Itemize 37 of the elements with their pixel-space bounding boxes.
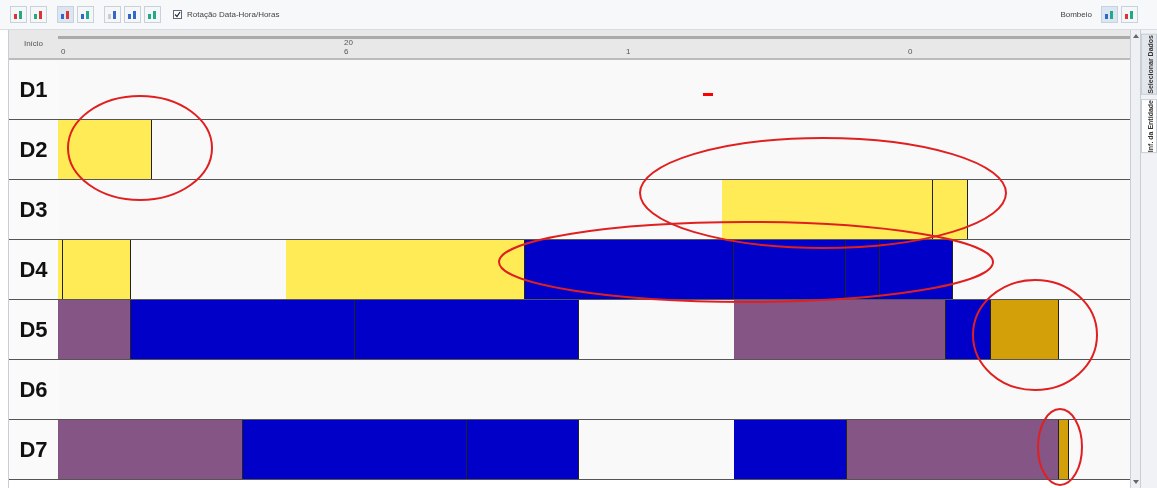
rotate-label: Rotação Data-Hora/Horas <box>187 8 280 21</box>
vertical-scrollbar[interactable] <box>1130 30 1140 488</box>
row-label: D4 <box>19 256 48 284</box>
chart-tool-button[interactable] <box>57 6 74 23</box>
chart-icon <box>107 9 118 20</box>
row-label: D2 <box>19 136 48 164</box>
chart-icon <box>33 9 44 20</box>
chart-icon <box>127 9 138 20</box>
chart-tool-button[interactable] <box>104 6 121 23</box>
chart-icon <box>80 9 91 20</box>
chart-icon <box>1124 9 1135 20</box>
row-label: D3 <box>19 196 48 224</box>
chart-tool-button[interactable] <box>1101 6 1118 23</box>
ruler-label: Início <box>23 38 44 50</box>
chart-tool-button[interactable] <box>30 6 47 23</box>
rotate-checkbox[interactable] <box>173 10 182 19</box>
chart-tool-button[interactable] <box>77 6 94 23</box>
tick-label: 0 <box>908 48 913 56</box>
chart-tool-button[interactable] <box>124 6 141 23</box>
row-label: D1 <box>19 76 48 104</box>
chart-icon <box>60 9 71 20</box>
tick-label: 0 <box>61 48 66 56</box>
tick-label: 6 <box>344 48 350 56</box>
chart-icon <box>13 9 24 20</box>
row-label: D7 <box>19 436 48 464</box>
tick-label: 1 <box>626 48 631 56</box>
mode-label: Bombeio <box>1060 8 1092 21</box>
scroll-down-icon[interactable] <box>1132 480 1139 484</box>
row-label: D5 <box>19 316 48 344</box>
row-label: D6 <box>19 376 48 404</box>
chart-icon <box>1104 9 1115 20</box>
chart-tool-button[interactable] <box>10 6 27 23</box>
chart-tool-button[interactable] <box>1121 6 1138 23</box>
chart-icon <box>147 9 158 20</box>
chart-tool-button[interactable] <box>144 6 161 23</box>
scroll-up-icon[interactable] <box>1132 34 1139 38</box>
tick-label: 20 <box>344 39 353 47</box>
